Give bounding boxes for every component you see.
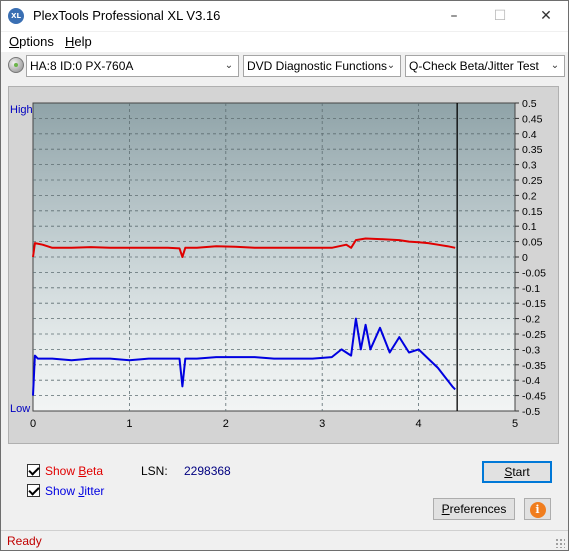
info-icon: i (529, 502, 546, 518)
test-select-value: Q-Check Beta/Jitter Test (409, 59, 539, 73)
y-tick-label: 0.4 (522, 129, 537, 141)
menu-help[interactable]: Help (65, 34, 92, 49)
chart-panel: 0 1 2 3 4 5 0.5 0.45 0.4 0.35 0.3 0.25 0.2 0.15 0.1 0.… (8, 86, 559, 444)
x-tick-label: 5 (512, 418, 518, 430)
preferences-button[interactable]: Preferences (433, 498, 515, 520)
y-tick-label: 0 (522, 252, 528, 264)
y-tick-label: -0.45 (522, 391, 546, 403)
menu-options[interactable]: Options (9, 34, 54, 49)
y-tick-label: -0.1 (522, 283, 540, 295)
y-tick-label: 0.2 (522, 190, 537, 202)
lsn-value: 2298368 (184, 464, 231, 478)
y-tick-label: 0.3 (522, 160, 537, 172)
function-select[interactable]: DVD Diagnostic Functions ⌄ (243, 55, 401, 77)
maximize-button[interactable]: ☐ (477, 1, 523, 31)
show-beta-label[interactable]: Show Beta (45, 464, 103, 478)
chevron-down-icon: ⌄ (386, 60, 396, 71)
show-beta-checkbox[interactable] (27, 464, 40, 477)
y-tick-label: 0.15 (522, 206, 543, 218)
y-tick-label: 0.35 (522, 144, 543, 156)
y-tick-label: -0.2 (522, 314, 540, 326)
lsn-label: LSN: (141, 464, 168, 478)
y-tick-label: 0.5 (522, 98, 537, 110)
title-bar[interactable]: XL PlexTools Professional XL V3.16 – ☐ ✕ (1, 1, 568, 31)
start-button[interactable]: Start (482, 461, 552, 483)
controls-panel: Show Beta Show Jitter LSN: 2298368 Start… (8, 450, 559, 525)
show-jitter-checkbox[interactable] (27, 484, 40, 497)
app-window: XL PlexTools Professional XL V3.16 – ☐ ✕… (0, 0, 569, 551)
close-button[interactable]: ✕ (523, 1, 569, 31)
minimize-button[interactable]: – (431, 1, 477, 31)
y-tick-label: 0.25 (522, 175, 543, 187)
y-tick-label: -0.15 (522, 298, 546, 310)
x-tick-label: 2 (223, 418, 229, 430)
chevron-down-icon: ⌄ (224, 60, 234, 71)
x-tick-label: 4 (416, 418, 422, 430)
info-button[interactable]: i (524, 498, 551, 520)
disc-drive-icon (8, 57, 24, 73)
x-tick-label: 1 (126, 418, 132, 430)
resize-grip-icon[interactable] (555, 538, 565, 548)
y-tick-label: 0.05 (522, 237, 543, 249)
x-tick-label: 3 (319, 418, 325, 430)
beta-jitter-chart: 0 1 2 3 4 5 0.5 0.45 0.4 0.35 0.3 0.25 0.2 0.15 0.1 0.… (10, 98, 546, 430)
y-tick-label: 0.45 (522, 113, 543, 125)
test-select[interactable]: Q-Check Beta/Jitter Test ⌄ (405, 55, 565, 77)
menu-bar: Options Help (1, 32, 568, 52)
chevron-down-icon: ⌄ (550, 60, 560, 71)
window-title: PlexTools Professional XL V3.16 (33, 8, 221, 23)
status-text: Ready (7, 534, 42, 548)
drive-select-value: HA:8 ID:0 PX-760A (30, 59, 134, 73)
plextools-logo-icon: XL (8, 8, 24, 24)
drive-select[interactable]: HA:8 ID:0 PX-760A ⌄ (26, 55, 239, 77)
show-jitter-label[interactable]: Show Jitter (45, 484, 104, 498)
y-tick-label: -0.5 (522, 406, 540, 418)
x-tick-label: 0 (30, 418, 36, 430)
axis-label-low: Low (10, 403, 30, 415)
status-bar: Ready (1, 530, 568, 550)
axis-label-high: High (10, 104, 33, 116)
y-tick-label: 0.1 (522, 221, 537, 233)
y-tick-label: -0.4 (522, 375, 540, 387)
function-select-value: DVD Diagnostic Functions (247, 59, 388, 73)
y-tick-label: -0.3 (522, 344, 540, 356)
y-tick-label: -0.25 (522, 329, 546, 341)
y-tick-label: -0.05 (522, 267, 546, 279)
y-tick-label: -0.35 (522, 360, 546, 372)
toolbar: HA:8 ID:0 PX-760A ⌄ DVD Diagnostic Funct… (1, 53, 568, 79)
